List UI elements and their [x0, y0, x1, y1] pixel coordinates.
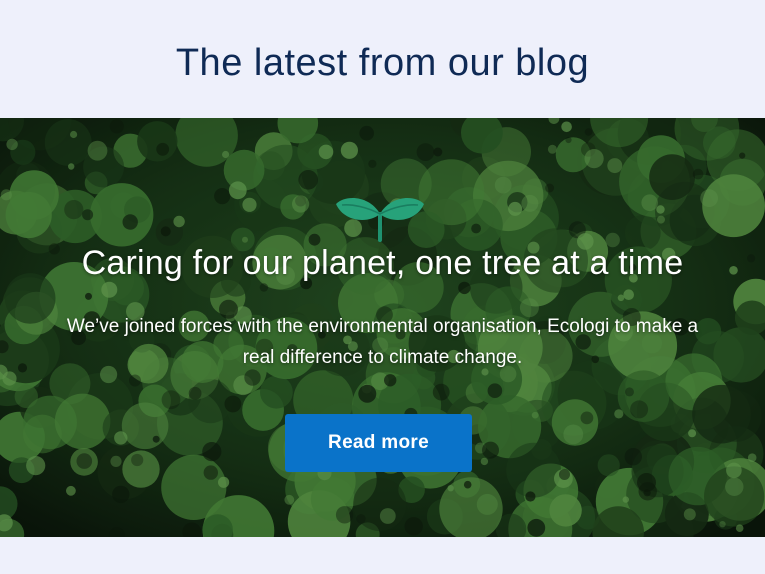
sprout-icon: [336, 198, 424, 242]
hero-content: Caring for our planet, one tree at a tim…: [0, 118, 765, 537]
section-bottom-spacer: [0, 537, 765, 574]
blog-hero-banner: Caring for our planet, one tree at a tim…: [0, 118, 765, 537]
hero-description: We’ve joined forces with the environment…: [66, 316, 699, 368]
read-more-button[interactable]: Read more: [285, 414, 472, 472]
section-title: The latest from our blog: [175, 41, 590, 84]
blog-section-header: The latest from our blog: [0, 0, 765, 118]
hero-title: Caring for our planet, one tree at a tim…: [81, 244, 684, 282]
blog-page: The latest from our blog Caring for our …: [0, 0, 765, 574]
